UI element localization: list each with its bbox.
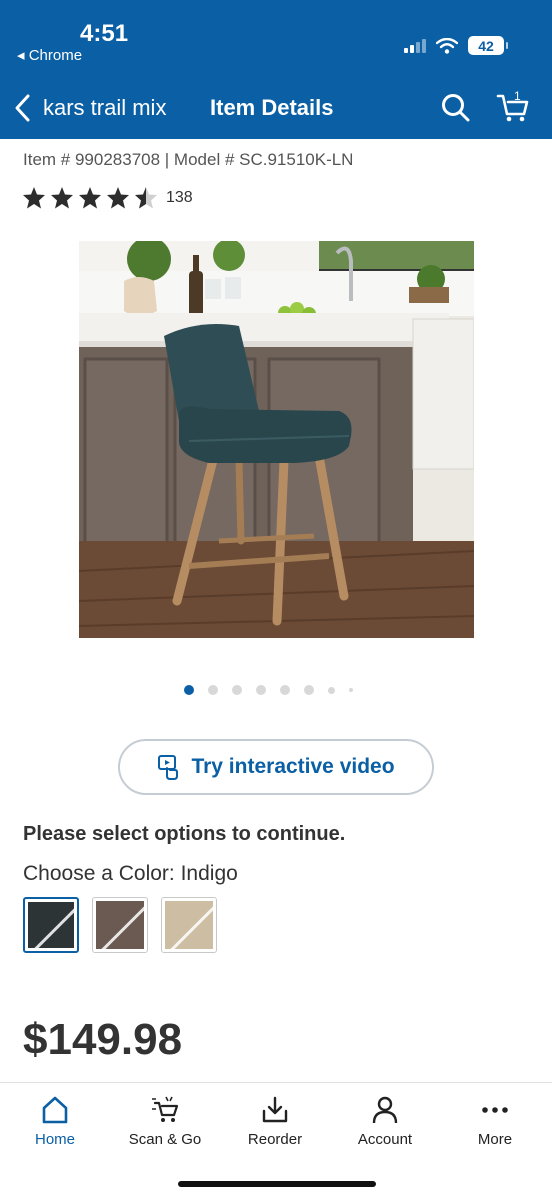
color-swatches bbox=[23, 897, 217, 953]
pager-dot[interactable] bbox=[256, 685, 266, 695]
pager-dot[interactable] bbox=[304, 685, 314, 695]
star-icon bbox=[23, 187, 45, 209]
bar-stool-photo bbox=[79, 241, 474, 638]
home-indicator bbox=[178, 1181, 376, 1187]
tab-more-label: More bbox=[477, 1131, 513, 1148]
try-interactive-video-button[interactable]: Try interactive video bbox=[118, 739, 434, 795]
back-to-chrome-link[interactable]: ◂ Chrome bbox=[17, 46, 82, 64]
swatch-indigo[interactable] bbox=[23, 897, 79, 953]
rating-summary[interactable]: 138 bbox=[22, 186, 193, 209]
back-button-label[interactable]: kars trail mix bbox=[43, 95, 166, 121]
product-image[interactable] bbox=[79, 241, 474, 638]
pager-dot[interactable] bbox=[349, 688, 353, 692]
tab-more[interactable]: More bbox=[440, 1095, 550, 1148]
image-pager[interactable] bbox=[184, 685, 353, 695]
wifi-icon bbox=[436, 37, 458, 54]
status-time: 4:51 bbox=[80, 20, 129, 47]
tab-home[interactable]: Home bbox=[0, 1095, 110, 1148]
review-count: 138 bbox=[166, 188, 193, 206]
tab-reorder[interactable]: Reorder bbox=[220, 1095, 330, 1148]
scan-cart-icon bbox=[152, 1096, 179, 1122]
pager-dot[interactable] bbox=[232, 685, 242, 695]
half-star-icon bbox=[135, 187, 157, 209]
swatch-brown[interactable] bbox=[92, 897, 148, 953]
color-selection-label: Choose a Color: Indigo bbox=[23, 862, 238, 885]
pager-dot[interactable] bbox=[280, 685, 290, 695]
select-options-message: Please select options to continue. bbox=[23, 823, 346, 845]
star-icon bbox=[51, 187, 73, 209]
swatch-beige[interactable] bbox=[161, 897, 217, 953]
touch-video-icon bbox=[158, 755, 179, 780]
tab-home-label: Home bbox=[34, 1131, 75, 1148]
app-header: 4:51 ◂ Chrome 42 kars trail mix Item Det… bbox=[0, 0, 552, 139]
account-person-icon bbox=[372, 1096, 398, 1124]
home-icon bbox=[42, 1096, 68, 1124]
more-dots-icon bbox=[482, 1107, 508, 1113]
cellular-signal-icon bbox=[404, 38, 426, 53]
star-rating bbox=[22, 186, 158, 209]
cart-count: 1 bbox=[514, 90, 521, 103]
star-icon bbox=[107, 187, 129, 209]
status-indicators: 42 bbox=[404, 36, 508, 55]
tab-reorder-label: Reorder bbox=[247, 1131, 303, 1148]
item-model-number: Item # 990283708 | Model # SC.91510K-LN bbox=[23, 150, 354, 169]
page-title: Item Details bbox=[210, 95, 334, 120]
tab-account-label: Account bbox=[357, 1131, 413, 1148]
video-button-label: Try interactive video bbox=[191, 755, 395, 778]
battery-indicator: 42 bbox=[468, 36, 508, 55]
tab-scan-go-label: Scan & Go bbox=[128, 1131, 202, 1148]
reorder-download-icon bbox=[262, 1096, 288, 1123]
chevron-left-icon[interactable] bbox=[12, 92, 34, 124]
tab-account[interactable]: Account bbox=[330, 1095, 440, 1148]
product-price: $149.98 bbox=[23, 1015, 183, 1064]
search-icon[interactable] bbox=[440, 92, 472, 124]
pager-dot[interactable] bbox=[184, 685, 194, 695]
pager-dot[interactable] bbox=[208, 685, 218, 695]
tab-scan-go[interactable]: Scan & Go bbox=[110, 1095, 220, 1148]
cart-icon[interactable]: 1 bbox=[496, 90, 530, 124]
pager-dot[interactable] bbox=[328, 686, 335, 694]
star-icon bbox=[79, 187, 101, 209]
